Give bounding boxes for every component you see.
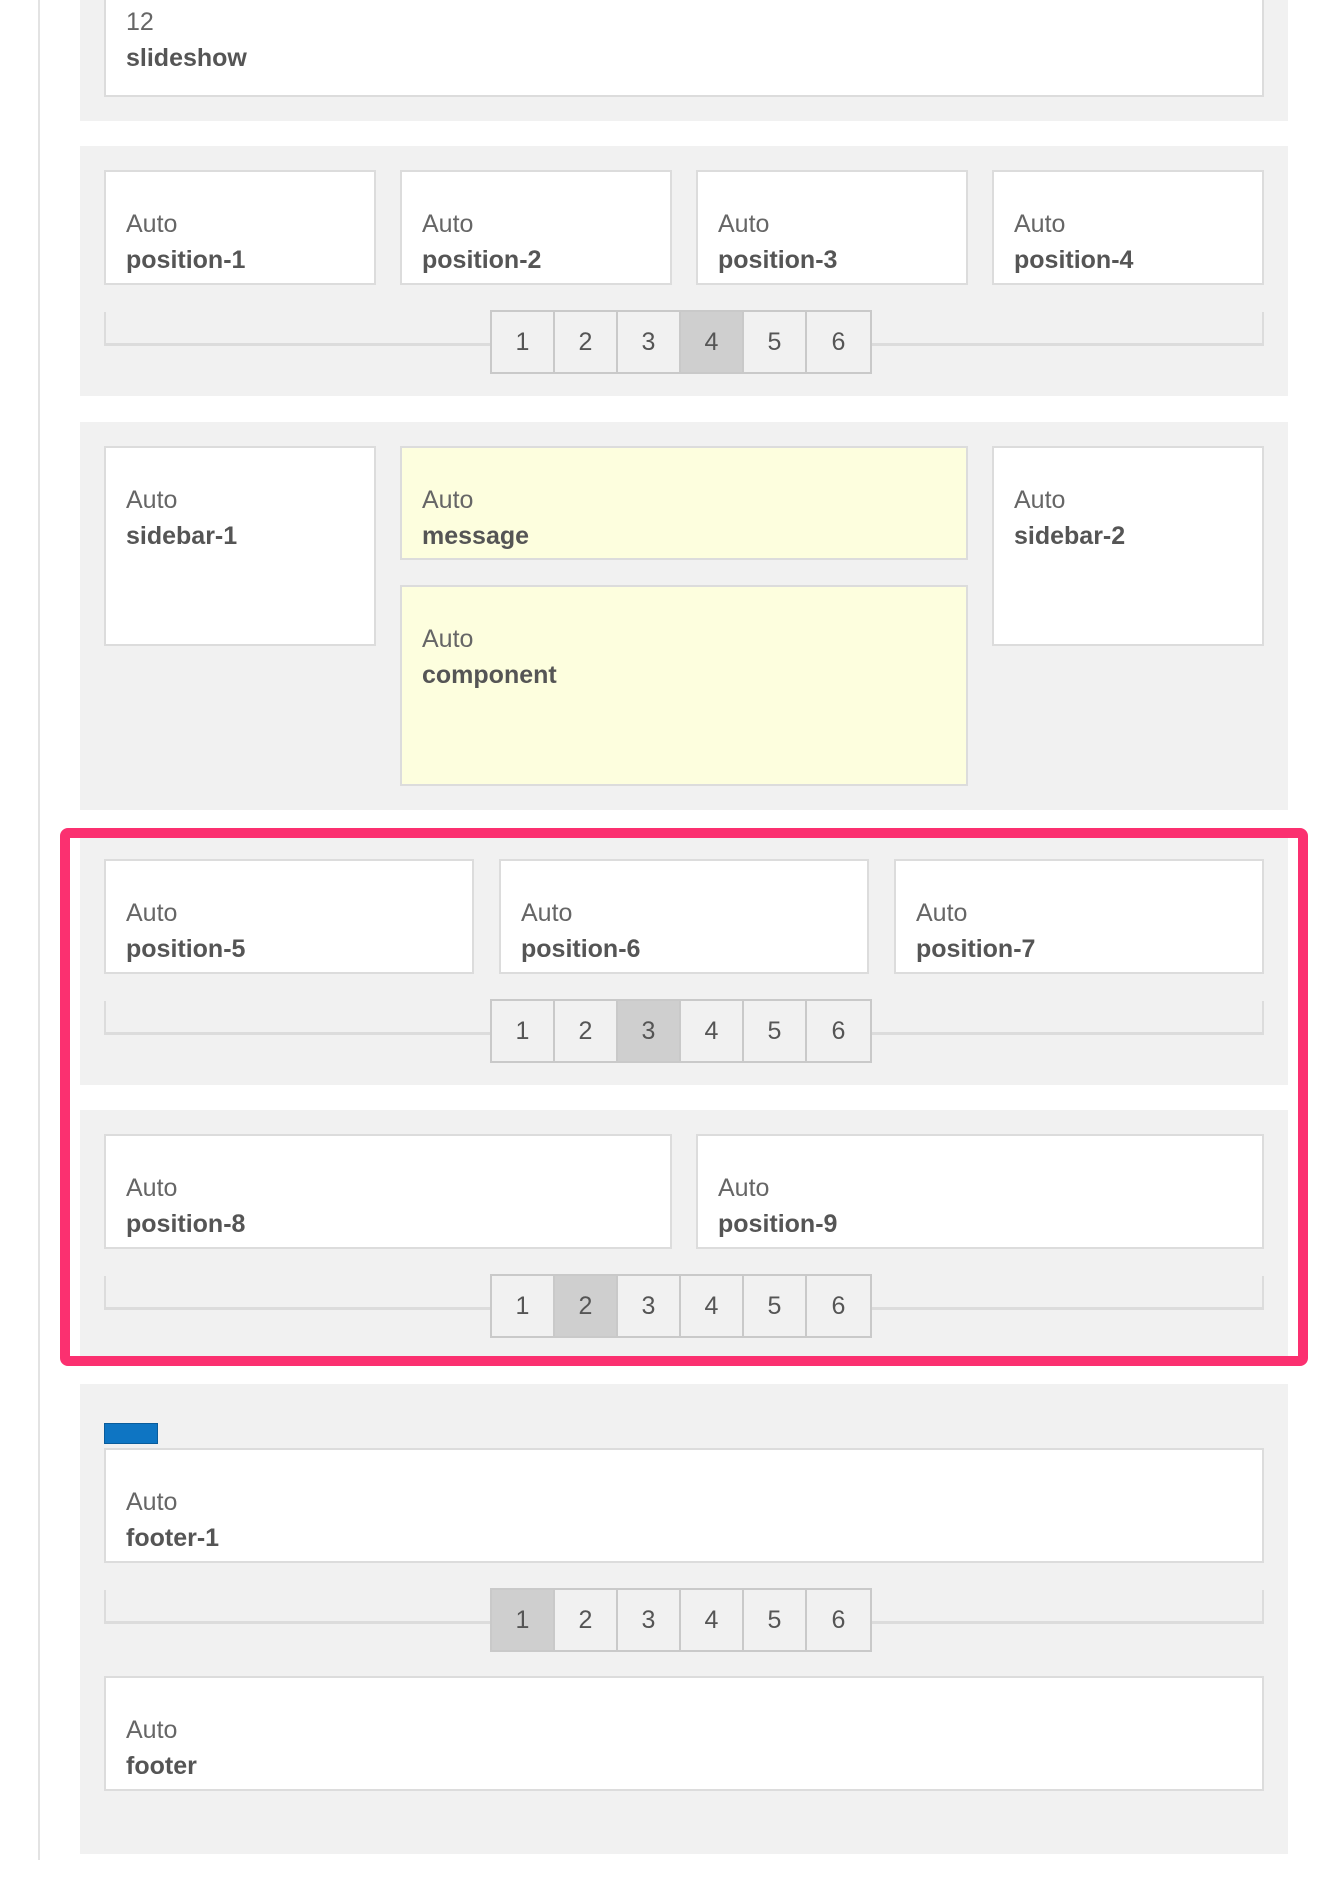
pager-button-3[interactable]: 3	[618, 1590, 681, 1650]
width-pager: 123456	[490, 310, 872, 374]
module-name-label: footer-1	[126, 1524, 220, 1552]
module-name-label: slideshow	[126, 44, 247, 72]
module-name-label: position-2	[422, 246, 542, 274]
row-footer: Auto footer-1 123456 Auto footer	[80, 1384, 1288, 1854]
pager-button-4[interactable]: 4	[681, 312, 744, 372]
row-main: Auto sidebar-1 Auto message Auto compone…	[80, 422, 1288, 810]
module-name-label: component	[422, 661, 557, 689]
pager-button-1[interactable]: 1	[492, 312, 555, 372]
module-width-label: Auto	[422, 625, 474, 653]
pager-button-2[interactable]: 2	[555, 312, 618, 372]
module-message[interactable]: Auto message	[400, 446, 968, 560]
pager-button-6[interactable]: 6	[807, 312, 870, 372]
pager-button-5[interactable]: 5	[744, 1590, 807, 1650]
module-position-1[interactable]: Auto position-1	[104, 170, 376, 285]
module-width-label: Auto	[126, 210, 178, 238]
width-pager: 123456	[490, 1588, 872, 1652]
row-settings-handle[interactable]	[104, 1423, 158, 1444]
module-name-label: position-3	[718, 246, 838, 274]
module-name-label: sidebar-2	[1014, 522, 1126, 550]
module-width-label: Auto	[718, 210, 770, 238]
module-name-label: footer	[126, 1752, 197, 1780]
module-name-label: position-4	[1014, 246, 1134, 274]
module-footer-1[interactable]: Auto footer-1	[104, 1448, 1264, 1563]
row-slideshow: 12 slideshow	[80, 0, 1288, 121]
pager-button-6[interactable]: 6	[807, 1590, 870, 1650]
module-width-label: Auto	[1014, 486, 1066, 514]
module-width-label: Auto	[126, 486, 178, 514]
pager-button-5[interactable]: 5	[744, 312, 807, 372]
selection-highlight	[60, 828, 1308, 1366]
module-position-2[interactable]: Auto position-2	[400, 170, 672, 285]
module-width-label: Auto	[126, 1716, 178, 1744]
row-positions-1-4: Auto position-1 Auto position-2 Auto pos…	[80, 146, 1288, 396]
module-width-label: Auto	[422, 210, 474, 238]
module-name-label: position-1	[126, 246, 246, 274]
module-width-label: Auto	[1014, 210, 1066, 238]
pager-button-1[interactable]: 1	[492, 1590, 555, 1650]
module-width-label: 12	[126, 8, 154, 36]
module-position-3[interactable]: Auto position-3	[696, 170, 968, 285]
pager-button-3[interactable]: 3	[618, 312, 681, 372]
module-name-label: message	[422, 522, 530, 550]
module-position-4[interactable]: Auto position-4	[992, 170, 1264, 285]
module-footer[interactable]: Auto footer	[104, 1676, 1264, 1791]
module-width-label: Auto	[126, 1488, 178, 1516]
module-component[interactable]: Auto component	[400, 585, 968, 786]
module-sidebar-1[interactable]: Auto sidebar-1	[104, 446, 376, 646]
pager-button-2[interactable]: 2	[555, 1590, 618, 1650]
module-width-label: Auto	[422, 486, 474, 514]
module-sidebar-2[interactable]: Auto sidebar-2	[992, 446, 1264, 646]
left-guide-line	[38, 0, 40, 1860]
module-slideshow[interactable]: 12 slideshow	[104, 0, 1264, 97]
pager-button-4[interactable]: 4	[681, 1590, 744, 1650]
module-name-label: sidebar-1	[126, 522, 238, 550]
